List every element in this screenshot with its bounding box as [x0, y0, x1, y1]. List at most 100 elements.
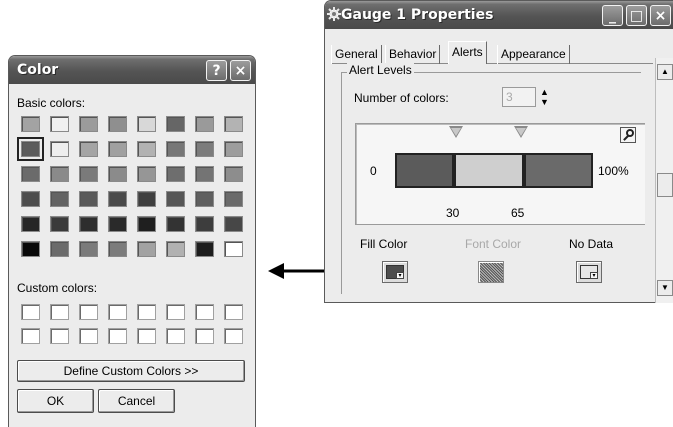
custom-color-swatch[interactable]	[137, 304, 156, 320]
maximize-button[interactable]: □	[626, 5, 647, 26]
custom-color-swatch[interactable]	[195, 304, 214, 320]
basic-color-swatch[interactable]	[21, 166, 40, 182]
basic-color-swatch[interactable]	[17, 137, 44, 161]
basic-color-swatch[interactable]	[137, 141, 156, 157]
custom-color-swatch[interactable]	[79, 304, 98, 320]
basic-color-swatch[interactable]	[195, 191, 214, 207]
threshold-1-label: 30	[446, 206, 460, 220]
basic-color-swatch[interactable]	[166, 216, 185, 232]
scroll-down-icon[interactable]: ▼	[657, 280, 673, 296]
basic-color-swatch[interactable]	[21, 216, 40, 232]
threshold-marker-1[interactable]	[449, 126, 463, 138]
tab-appearance[interactable]: Appearance	[497, 45, 570, 64]
basic-color-swatch[interactable]	[224, 216, 243, 232]
basic-color-swatch[interactable]	[50, 216, 69, 232]
scroll-up-icon[interactable]: ▲	[657, 64, 673, 80]
basic-color-swatch[interactable]	[21, 116, 40, 132]
gauge-segment-3[interactable]	[523, 153, 593, 188]
basic-color-swatch[interactable]	[108, 241, 127, 257]
basic-color-swatch[interactable]	[166, 191, 185, 207]
custom-colors-label: Custom colors:	[17, 281, 98, 295]
basic-color-swatch[interactable]	[79, 241, 98, 257]
basic-color-swatch[interactable]	[108, 216, 127, 232]
custom-color-swatch[interactable]	[21, 304, 40, 320]
basic-color-swatch[interactable]	[108, 166, 127, 182]
basic-color-swatch[interactable]	[195, 166, 214, 182]
basic-color-swatch[interactable]	[21, 191, 40, 207]
basic-color-swatch[interactable]	[137, 216, 156, 232]
close-button[interactable]: ×	[230, 60, 251, 81]
basic-color-swatch[interactable]	[50, 141, 69, 157]
basic-color-swatch[interactable]	[108, 191, 127, 207]
basic-color-swatch[interactable]	[137, 241, 156, 257]
basic-color-swatch[interactable]	[79, 116, 98, 132]
basic-color-swatch[interactable]	[166, 166, 185, 182]
basic-color-swatch[interactable]	[166, 241, 185, 257]
custom-color-swatch[interactable]	[137, 328, 156, 344]
basic-color-swatch[interactable]	[195, 141, 214, 157]
custom-color-swatch[interactable]	[166, 304, 185, 320]
basic-color-swatch[interactable]	[50, 166, 69, 182]
scroll-thumb[interactable]	[657, 173, 673, 197]
basic-color-swatch[interactable]	[50, 116, 69, 132]
fill-color-button[interactable]: ▾	[382, 261, 408, 283]
zoom-icon[interactable]	[620, 127, 636, 143]
custom-color-swatch[interactable]	[108, 304, 127, 320]
custom-color-swatch[interactable]	[108, 328, 127, 344]
basic-color-swatch[interactable]	[108, 141, 127, 157]
basic-color-swatch[interactable]	[195, 216, 214, 232]
basic-color-swatch[interactable]	[79, 166, 98, 182]
custom-color-swatch[interactable]	[79, 328, 98, 344]
basic-color-swatch[interactable]	[224, 116, 243, 132]
basic-color-swatch[interactable]	[79, 191, 98, 207]
custom-color-swatch[interactable]	[50, 328, 69, 344]
basic-color-swatch[interactable]	[224, 166, 243, 182]
gauge-segment-1[interactable]	[395, 153, 455, 188]
basic-color-swatch[interactable]	[166, 141, 185, 157]
custom-color-swatch[interactable]	[166, 328, 185, 344]
basic-color-swatch[interactable]	[224, 191, 243, 207]
define-custom-colors-button[interactable]: Define Custom Colors >>	[17, 360, 245, 382]
custom-color-swatch[interactable]	[224, 304, 243, 320]
close-button[interactable]: ×	[650, 5, 671, 26]
basic-color-swatch[interactable]	[21, 241, 40, 257]
custom-color-swatch[interactable]	[195, 328, 214, 344]
basic-color-swatch[interactable]	[108, 116, 127, 132]
number-of-colors-stepper[interactable]: ▲ ▼	[539, 87, 550, 107]
color-dialog-titlebar[interactable]: Color ? ×	[9, 56, 255, 84]
spin-down-icon[interactable]: ▼	[539, 97, 550, 107]
dropdown-icon: ▾	[590, 272, 598, 279]
tab-general[interactable]: General	[331, 45, 382, 64]
basic-color-swatch[interactable]	[195, 116, 214, 132]
no-data-color-button[interactable]: ▾	[576, 261, 602, 283]
gauge-window-titlebar[interactable]: Gauge 1 Properties _ □ ×	[325, 1, 673, 29]
tab-behavior[interactable]: Behavior	[385, 45, 441, 64]
custom-color-swatch[interactable]	[50, 304, 69, 320]
font-color-button-disabled	[478, 261, 504, 283]
custom-color-swatch[interactable]	[224, 328, 243, 344]
tab-alerts[interactable]: Alerts	[448, 41, 487, 64]
maximize-icon: □	[629, 7, 644, 24]
threshold-marker-2[interactable]	[514, 126, 528, 138]
spin-up-icon[interactable]: ▲	[539, 87, 550, 97]
basic-color-swatch[interactable]	[50, 191, 69, 207]
basic-color-swatch[interactable]	[79, 141, 98, 157]
basic-color-swatch[interactable]	[50, 241, 69, 257]
number-of-colors-input[interactable]: 3	[502, 87, 536, 107]
basic-color-swatch[interactable]	[224, 141, 243, 157]
help-button[interactable]: ?	[206, 60, 227, 81]
minimize-icon: _	[609, 7, 616, 24]
basic-color-swatch[interactable]	[137, 116, 156, 132]
ok-button[interactable]: OK	[17, 389, 94, 413]
basic-color-swatch[interactable]	[166, 116, 185, 132]
minimize-button[interactable]: _	[602, 5, 623, 26]
basic-color-swatch[interactable]	[195, 241, 214, 257]
cancel-button[interactable]: Cancel	[98, 389, 175, 413]
basic-color-swatch[interactable]	[137, 191, 156, 207]
gauge-scrollbar[interactable]: ▲ ▼	[655, 58, 673, 303]
basic-color-swatch[interactable]	[224, 241, 243, 257]
gauge-segment-2[interactable]	[454, 153, 524, 188]
basic-color-swatch[interactable]	[79, 216, 98, 232]
custom-color-swatch[interactable]	[21, 328, 40, 344]
basic-color-swatch[interactable]	[137, 166, 156, 182]
